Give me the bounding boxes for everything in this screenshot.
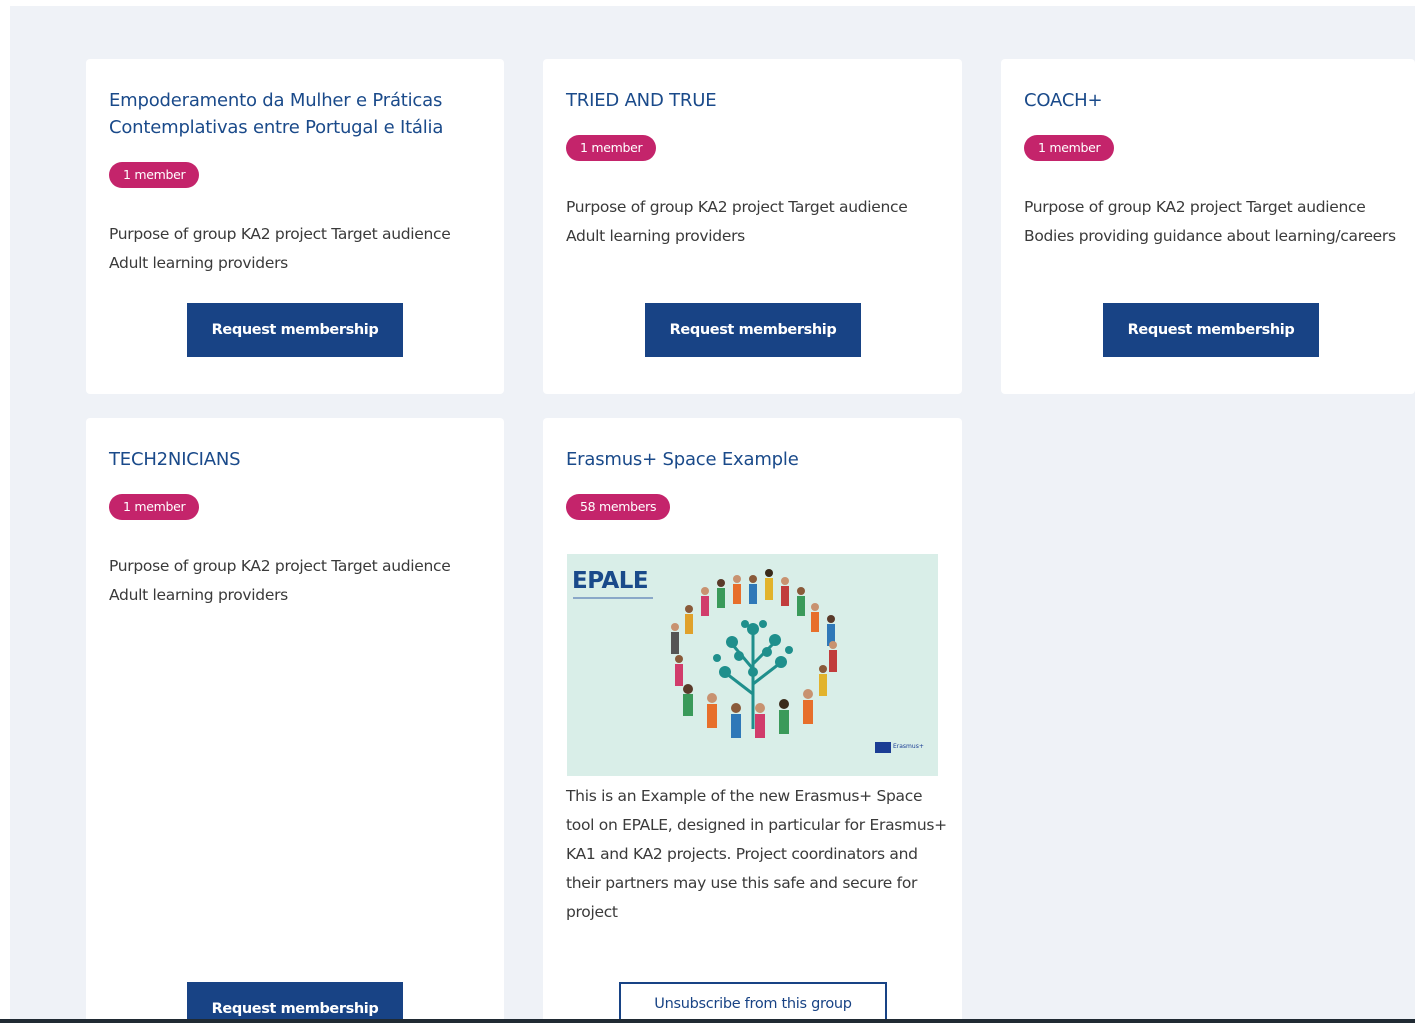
group-title[interactable]: Empoderamento da Mulher e Práticas Conte…: [109, 87, 484, 141]
group-description: Purpose of group KA2 project Target audi…: [566, 198, 908, 245]
member-count-badge: 1 member: [109, 494, 200, 520]
group-card: Empoderamento da Mulher e Práticas Conte…: [86, 59, 504, 394]
request-membership-button[interactable]: Request membership: [1103, 303, 1319, 357]
eu-flag-icon: [875, 742, 891, 753]
unsubscribe-button[interactable]: Unsubscribe from this group: [619, 982, 887, 1023]
group-card: TECH2NICIANS 1 member Purpose of group K…: [86, 418, 504, 1023]
request-membership-button[interactable]: Request membership: [645, 303, 861, 357]
member-count-badge: 1 member: [566, 135, 657, 161]
group-card: TRIED AND TRUE 1 member Purpose of group…: [543, 59, 962, 394]
member-count-badge: 1 member: [109, 162, 200, 188]
member-count-badge: 1 member: [1024, 135, 1115, 161]
erasmus-logo-text: Erasmus+: [893, 743, 924, 750]
group-description: Purpose of group KA2 project Target audi…: [109, 557, 451, 604]
group-title[interactable]: TRIED AND TRUE: [566, 87, 942, 114]
bottom-bar: [0, 1019, 1415, 1023]
request-membership-button[interactable]: Request membership: [187, 303, 403, 357]
group-description: This is an Example of the new Erasmus+ S…: [566, 787, 947, 921]
member-count-badge: 58 members: [566, 494, 671, 520]
group-card: COACH+ 1 member Purpose of group KA2 pro…: [1001, 59, 1415, 394]
request-membership-button[interactable]: Request membership: [187, 982, 403, 1023]
group-title[interactable]: TECH2NICIANS: [109, 446, 484, 473]
group-card: Erasmus+ Space Example 58 members EPALE: [543, 418, 962, 1023]
group-title[interactable]: Erasmus+ Space Example: [566, 446, 942, 473]
group-description: Purpose of group KA2 project Target audi…: [109, 225, 451, 272]
group-image[interactable]: EPALE Erasmus+: [567, 554, 938, 776]
group-title[interactable]: COACH+: [1024, 87, 1395, 114]
group-description: Purpose of group KA2 project Target audi…: [1024, 198, 1396, 245]
